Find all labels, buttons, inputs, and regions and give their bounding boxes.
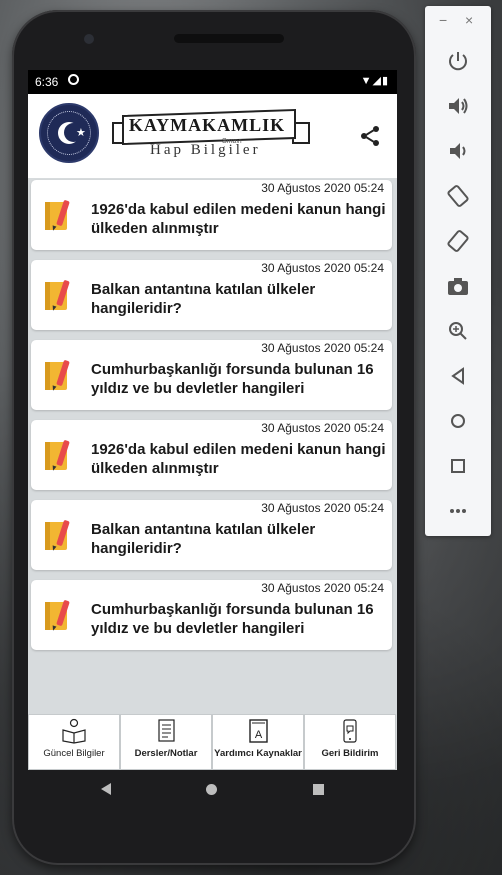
list-item[interactable]: 30 Ağustos 2020 05:24 1926'da kabul edil…	[31, 180, 392, 250]
earpiece-speaker	[174, 34, 284, 43]
rotate-right-icon[interactable]	[445, 228, 471, 254]
status-bar: 6:36 ▼◢▮	[28, 70, 397, 94]
logo-title: KAYMAKAMLIK	[128, 115, 286, 135]
nav-guncel-bilgiler[interactable]: Güncel Bilgiler	[29, 715, 119, 769]
item-question: Cumhurbaşkanlığı forsunda bulunan 16 yıl…	[91, 361, 374, 397]
item-date: 30 Ağustos 2020 05:24	[261, 421, 384, 435]
notebook-pencil-icon	[45, 600, 70, 631]
emulator-back-icon[interactable]	[445, 363, 471, 389]
camera-icon[interactable]	[445, 273, 471, 299]
item-question: Balkan antantına katılan ülkeler hangile…	[91, 281, 316, 317]
notebook-pencil-icon	[45, 440, 70, 471]
status-indicators: ▼◢▮	[360, 75, 389, 87]
list-item[interactable]: 30 Ağustos 2020 05:24 Balkan antantına k…	[31, 260, 392, 330]
nav-dersler-notlar[interactable]: Dersler/Notlar	[121, 715, 211, 769]
status-time: 6:36	[35, 75, 59, 89]
item-question: Cumhurbaşkanlığı forsunda bulunan 16 yıl…	[91, 601, 374, 637]
nav-geri-bildirim[interactable]: Geri Bildirim	[305, 715, 395, 769]
feedback-phone-icon	[343, 719, 357, 743]
notebook-pencil-icon	[45, 200, 70, 231]
emulator-home-icon[interactable]	[445, 408, 471, 434]
nav-label: Yardımcı Kaynaklar	[214, 748, 302, 759]
minimize-button[interactable]: −	[439, 12, 447, 28]
book-a-icon: A	[249, 719, 268, 743]
notebook-pencil-icon	[45, 280, 70, 311]
bottom-navigation: Güncel Bilgiler Dersler/Notlar A Yardımc…	[28, 714, 397, 770]
svg-text:A: A	[255, 729, 263, 741]
logo-subtitle: Hap Bilgiler	[150, 142, 261, 158]
app-bar: ★ KAYMAKAMLIK Sınavı Hap Bilgiler	[28, 94, 397, 178]
emulator-overview-icon[interactable]	[445, 453, 471, 479]
sync-icon	[68, 74, 79, 85]
notebook-pencil-icon	[45, 520, 70, 551]
app-logo: KAYMAKAMLIK Sınavı Hap Bilgiler	[112, 108, 312, 164]
zoom-icon[interactable]	[445, 318, 471, 344]
item-question: 1926'da kabul edilen medeni kanun hangi …	[91, 441, 386, 477]
nav-label: Güncel Bilgiler	[43, 748, 105, 759]
close-button[interactable]: ×	[465, 12, 473, 28]
list-item[interactable]: 30 Ağustos 2020 05:24 Balkan antantına k…	[31, 500, 392, 570]
item-date: 30 Ağustos 2020 05:24	[261, 261, 384, 275]
nav-label: Geri Bildirim	[321, 748, 379, 759]
item-date: 30 Ağustos 2020 05:24	[261, 181, 384, 195]
app-screen: 6:36 ▼◢▮ ★ KAYMAKAMLIK Sınavı Hap Bilgil…	[28, 70, 397, 770]
notebook-pencil-icon	[45, 360, 70, 391]
book-reader-icon	[62, 718, 86, 744]
item-date: 30 Ağustos 2020 05:24	[261, 581, 384, 595]
rotate-left-icon[interactable]	[445, 183, 471, 209]
volume-down-icon[interactable]	[445, 138, 471, 164]
home-icon[interactable]	[206, 784, 217, 795]
back-icon[interactable]	[100, 782, 112, 796]
recents-icon[interactable]	[313, 784, 324, 795]
volume-up-icon[interactable]	[445, 93, 471, 119]
nav-yardimci-kaynaklar[interactable]: A Yardımcı Kaynaklar	[213, 715, 303, 769]
emblem-logo: ★	[39, 103, 99, 163]
item-date: 30 Ağustos 2020 05:24	[261, 341, 384, 355]
item-date: 30 Ağustos 2020 05:24	[261, 501, 384, 515]
more-icon[interactable]	[445, 498, 471, 524]
share-icon[interactable]	[358, 124, 382, 148]
emulator-toolbar: − ×	[425, 6, 491, 536]
nav-label: Dersler/Notlar	[134, 748, 198, 759]
list-item[interactable]: 30 Ağustos 2020 05:24 1926'da kabul edil…	[31, 420, 392, 490]
list-item[interactable]: 30 Ağustos 2020 05:24 Cumhurbaşkanlığı f…	[31, 580, 392, 650]
list-item[interactable]: 30 Ağustos 2020 05:24 Cumhurbaşkanlığı f…	[31, 340, 392, 410]
document-icon	[158, 719, 175, 742]
front-camera	[84, 34, 94, 44]
item-question: 1926'da kabul edilen medeni kanun hangi …	[91, 201, 386, 237]
item-question: Balkan antantına katılan ülkeler hangile…	[91, 521, 316, 557]
android-navigation-bar	[28, 770, 397, 810]
power-icon[interactable]	[445, 48, 471, 74]
